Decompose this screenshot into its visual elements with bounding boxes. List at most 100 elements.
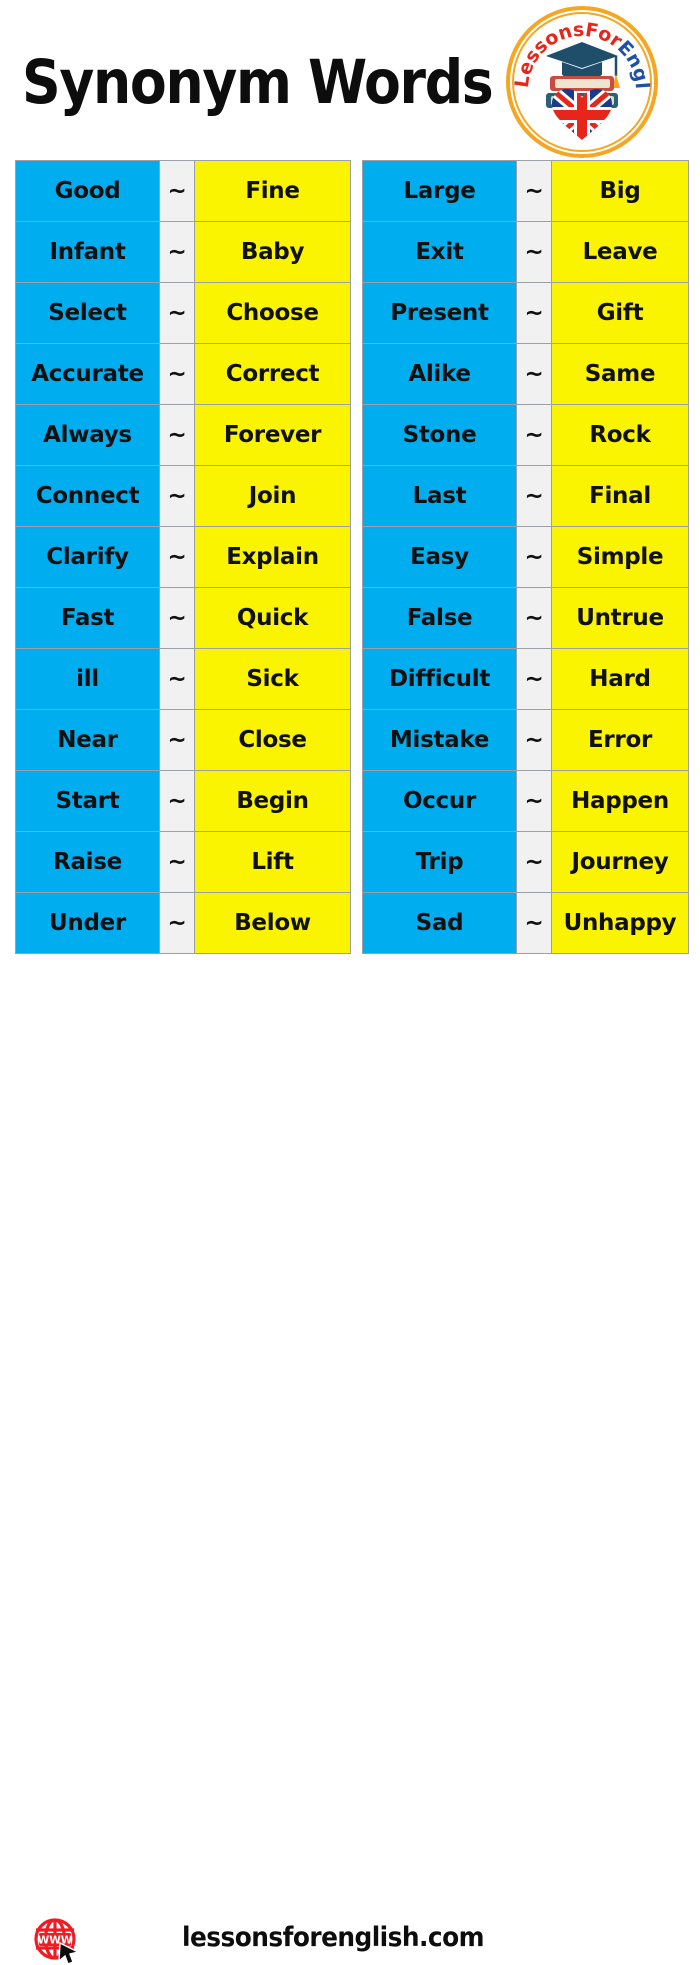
- synonym-cell: Gift: [551, 282, 689, 344]
- synonym-cell: Untrue: [551, 587, 689, 649]
- tilde-separator: ~: [159, 526, 195, 588]
- table-row: False ~ Untrue: [362, 587, 689, 649]
- word-cell: Occur: [362, 770, 517, 832]
- word-cell: Start: [15, 770, 160, 832]
- synonym-cell: Sick: [194, 648, 351, 710]
- tilde-separator: ~: [516, 221, 552, 283]
- word-cell: Clarify: [15, 526, 160, 588]
- table-row: Stone ~ Rock: [362, 404, 689, 466]
- tilde-separator: ~: [516, 404, 552, 466]
- tilde-separator: ~: [159, 160, 195, 222]
- synonym-cell: Same: [551, 343, 689, 405]
- table-row: Alike ~ Same: [362, 343, 689, 405]
- synonym-cell: Choose: [194, 282, 351, 344]
- tilde-separator: ~: [159, 587, 195, 649]
- synonym-cell: Unhappy: [551, 892, 689, 954]
- table-row: Occur ~ Happen: [362, 770, 689, 832]
- table-row: Good ~ Fine: [15, 160, 351, 222]
- word-cell: Infant: [15, 221, 160, 283]
- tilde-separator: ~: [516, 282, 552, 344]
- table-row: Select ~ Choose: [15, 282, 351, 344]
- table-left-body: Good ~ Fine Infant ~ Baby Select ~ Choose Accurat…: [15, 160, 351, 954]
- synonym-table-left: Good ~ Fine Infant ~ Baby Select ~ Choose Accurat…: [15, 160, 351, 954]
- word-cell: Near: [15, 709, 160, 771]
- globe-www-icon: WWW: [34, 1918, 81, 1965]
- logo-artwork: LessonsForEnglish.Com: [506, 6, 653, 140]
- word-cell: Trip: [362, 831, 517, 893]
- synonym-cell: Hard: [551, 648, 689, 710]
- table-row: Clarify ~ Explain: [15, 526, 351, 588]
- synonym-cell: Join: [194, 465, 351, 527]
- tilde-separator: ~: [516, 343, 552, 405]
- word-cell: Good: [15, 160, 160, 222]
- table-row: Trip ~ Journey: [362, 831, 689, 893]
- table-row: Difficult ~ Hard: [362, 648, 689, 710]
- synonym-cell: Error: [551, 709, 689, 771]
- tilde-separator: ~: [516, 892, 552, 954]
- synonym-cell: Forever: [194, 404, 351, 466]
- tilde-separator: ~: [516, 465, 552, 527]
- synonym-cell: Begin: [194, 770, 351, 832]
- table-row: Last ~ Final: [362, 465, 689, 527]
- tilde-separator: ~: [516, 709, 552, 771]
- synonym-cell: Final: [551, 465, 689, 527]
- synonym-cell: Below: [194, 892, 351, 954]
- synonym-cell: Happen: [551, 770, 689, 832]
- table-row: Start ~ Begin: [15, 770, 351, 832]
- tilde-separator: ~: [159, 831, 195, 893]
- table-row: Raise ~ Lift: [15, 831, 351, 893]
- table-row: Present ~ Gift: [362, 282, 689, 344]
- synonym-cell: Rock: [551, 404, 689, 466]
- word-cell: Sad: [362, 892, 517, 954]
- synonym-cell: Baby: [194, 221, 351, 283]
- word-cell: Connect: [15, 465, 160, 527]
- synonym-cell: Close: [194, 709, 351, 771]
- tilde-separator: ~: [159, 892, 195, 954]
- table-row: Sad ~ Unhappy: [362, 892, 689, 954]
- word-cell: Raise: [15, 831, 160, 893]
- synonym-table-right: Large ~ Big Exit ~ Leave Present ~ Gift Alike ~ Sam…: [362, 160, 689, 954]
- word-cell: False: [362, 587, 517, 649]
- synonym-cell: Simple: [551, 526, 689, 588]
- table-row: Mistake ~ Error: [362, 709, 689, 771]
- table-row: Fast ~ Quick: [15, 587, 351, 649]
- word-cell: Under: [15, 892, 160, 954]
- word-cell: Alike: [362, 343, 517, 405]
- word-cell: Exit: [362, 221, 517, 283]
- tilde-separator: ~: [159, 404, 195, 466]
- word-cell: Fast: [15, 587, 160, 649]
- word-cell: Easy: [362, 526, 517, 588]
- tilde-separator: ~: [159, 221, 195, 283]
- synonym-cell: Correct: [194, 343, 351, 405]
- table-row: Under ~ Below: [15, 892, 351, 954]
- synonym-cell: Lift: [194, 831, 351, 893]
- table-row: Exit ~ Leave: [362, 221, 689, 283]
- word-cell: Select: [15, 282, 160, 344]
- synonym-cell: Journey: [551, 831, 689, 893]
- word-cell: Large: [362, 160, 517, 222]
- logo-text-com: .Com: [506, 6, 516, 11]
- page-footer: WWW lessonsforenglish.com: [0, 955, 700, 1965]
- word-cell: Always: [15, 404, 160, 466]
- tilde-separator: ~: [516, 770, 552, 832]
- table-row: Connect ~ Join: [15, 465, 351, 527]
- tilde-separator: ~: [516, 648, 552, 710]
- word-cell: ill: [15, 648, 160, 710]
- word-cell: Difficult: [362, 648, 517, 710]
- tilde-separator: ~: [159, 648, 195, 710]
- tilde-separator: ~: [159, 709, 195, 771]
- table-row: Accurate ~ Correct: [15, 343, 351, 405]
- tilde-separator: ~: [159, 343, 195, 405]
- tilde-separator: ~: [159, 770, 195, 832]
- word-cell: Present: [362, 282, 517, 344]
- tilde-separator: ~: [159, 465, 195, 527]
- word-cell: Stone: [362, 404, 517, 466]
- tilde-separator: ~: [516, 526, 552, 588]
- table-row: ill ~ Sick: [15, 648, 351, 710]
- synonym-cell: Big: [551, 160, 689, 222]
- lessonsforenglish-logo: LessonsForEnglish.Com: [506, 6, 658, 158]
- tilde-separator: ~: [159, 282, 195, 344]
- word-cell: Last: [362, 465, 517, 527]
- footer-website-url[interactable]: lessonsforenglish.com: [182, 1922, 484, 1953]
- page-title: Synonym Words: [22, 47, 494, 118]
